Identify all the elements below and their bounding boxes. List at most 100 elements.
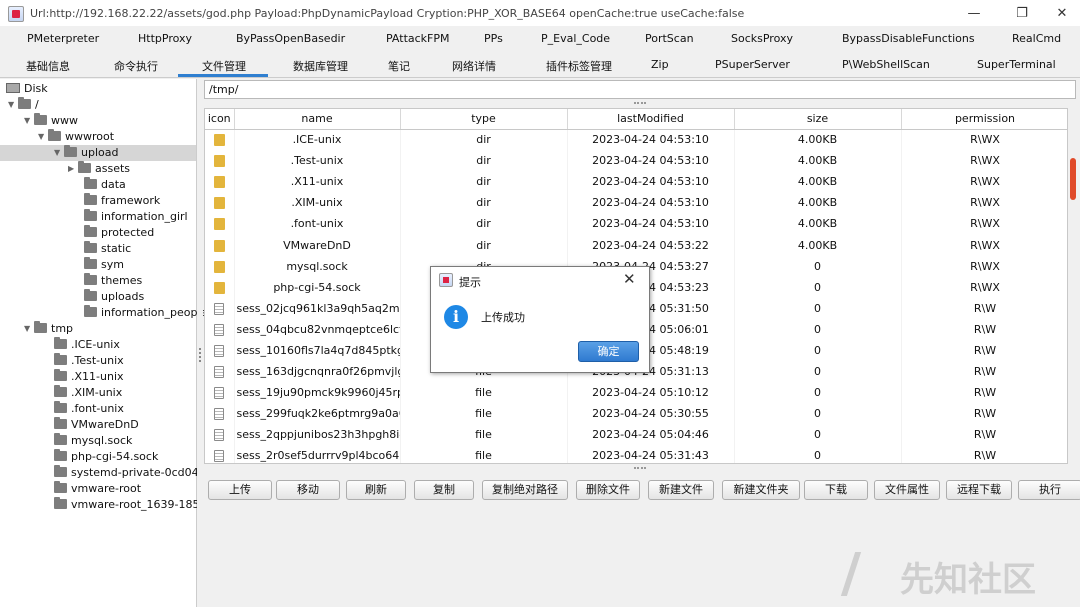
tab-portscan[interactable]: PortScan: [645, 32, 694, 45]
tab-p-eval-code[interactable]: P_Eval_Code: [541, 32, 610, 45]
tab-network-details[interactable]: 网络详情: [452, 58, 496, 74]
table-row[interactable]: sess_2qppjunibos23h3hpgh8i4j...file2023-…: [205, 424, 1067, 446]
table-row[interactable]: sess_2r0sef5durrrv9pl4bco64p... file 2023-…: [205, 445, 1067, 463]
column-header-size[interactable]: size: [734, 109, 902, 130]
minimize-button[interactable]: —: [960, 3, 988, 25]
cell-icon: [205, 276, 235, 298]
tree-node-information-girl[interactable]: information_girl: [84, 209, 188, 225]
tree-node-uploads[interactable]: uploads: [84, 289, 144, 305]
tab-superterminal[interactable]: SuperTerminal: [977, 58, 1056, 71]
tree-node-x11-unix[interactable]: .X11-unix: [54, 369, 124, 385]
column-header-icon[interactable]: icon: [205, 109, 235, 130]
splitter-grip-top[interactable]: [634, 102, 646, 106]
tree-node-font-unix[interactable]: .font-unix: [54, 401, 124, 417]
table-row[interactable]: sess_19ju90pmck9k9960j45rpb...file2023-0…: [205, 382, 1067, 404]
new-folder-button[interactable]: 新建文件夹: [722, 480, 800, 500]
tree-node-test-unix[interactable]: .Test-unix: [54, 353, 124, 369]
close-window-button[interactable]: ✕: [1048, 3, 1076, 25]
tree-node-data[interactable]: data: [84, 177, 126, 193]
copy-absolute-path-button[interactable]: 复制绝对路径: [482, 480, 568, 500]
tab-zip[interactable]: Zip: [651, 58, 669, 71]
tree-node-framework[interactable]: framework: [84, 193, 160, 209]
table-row[interactable]: .Test-unix dir 2023-04-24 04:53:10 4.00KB R\…: [205, 150, 1067, 172]
execute-button[interactable]: 执行: [1018, 480, 1080, 500]
table-row[interactable]: sess_299fuqk2ke6ptmrg9a0a6l...file2023-0…: [205, 403, 1067, 425]
tab-httpproxy[interactable]: HttpProxy: [138, 32, 192, 45]
column-header-permission[interactable]: permission: [901, 109, 1067, 130]
column-header-type[interactable]: type: [400, 109, 568, 130]
cell-name: sess_2r0sef5durrrv9pl4bco64p...: [234, 445, 401, 463]
tab-pattackfpm[interactable]: PAttackFPM: [386, 32, 450, 45]
splitter-grip-bottom[interactable]: [634, 467, 646, 471]
tab-pwebshellscan[interactable]: P\WebShellScan: [842, 58, 930, 71]
table-row[interactable]: .X11-unix dir 2023-04-24 04:53:10 4.00KB R\W…: [205, 171, 1067, 193]
tree-node-vmware-root-1639[interactable]: vmware-root_1639-18578: [54, 497, 197, 513]
tree-node-vmwarednd[interactable]: VMwareDnD: [54, 417, 139, 433]
tree-node-sym[interactable]: sym: [84, 257, 124, 273]
table-scrollbar-thumb[interactable]: [1070, 158, 1076, 200]
remote-download-button[interactable]: 远程下载: [946, 480, 1012, 500]
table-row[interactable]: VMwareDnD dir 2023-04-24 04:53:22 4.00KB R\W…: [205, 234, 1067, 256]
tab-file-manager[interactable]: 文件管理: [202, 58, 246, 74]
panel-splitter[interactable]: [197, 79, 203, 607]
copy-button[interactable]: 复制: [414, 480, 474, 500]
delete-file-button[interactable]: 删除文件: [576, 480, 640, 500]
tab-bypassopenbasedir[interactable]: ByPassOpenBasedir: [236, 32, 345, 45]
tab-pps[interactable]: PPs: [484, 32, 503, 45]
tab-database-manager[interactable]: 数据库管理: [293, 58, 348, 74]
tree-node-information-people[interactable]: information_people: [84, 305, 207, 321]
tree-node-assets[interactable]: ▶ assets: [68, 161, 130, 177]
cell-permission: R\W: [901, 361, 1067, 383]
splitter-grip[interactable]: [199, 348, 201, 362]
expand-toggle-icon[interactable]: ▼: [54, 145, 64, 161]
tree-node-xim-unix[interactable]: .XIM-unix: [54, 385, 122, 401]
expand-toggle-icon[interactable]: ▼: [38, 129, 48, 145]
column-header-lastmodified[interactable]: lastModified: [567, 109, 735, 130]
move-button[interactable]: 移动: [276, 480, 340, 500]
cell-name: sess_2qppjunibos23h3hpgh8i4j...: [234, 424, 401, 446]
tab-realcmd[interactable]: RealCmd: [1012, 32, 1061, 45]
expand-toggle-icon[interactable]: ▼: [8, 97, 18, 113]
tab-notes[interactable]: 笔记: [388, 58, 410, 74]
tree-node-tmp[interactable]: ▼ tmp: [24, 321, 73, 337]
download-button[interactable]: 下载: [804, 480, 868, 500]
restore-button[interactable]: ❐: [1008, 3, 1036, 25]
cell-size: 0: [734, 361, 902, 383]
tree-node-themes[interactable]: themes: [84, 273, 142, 289]
tab-psuperserver[interactable]: PSuperServer: [715, 58, 790, 71]
tab-socksproxy[interactable]: SocksProxy: [731, 32, 793, 45]
refresh-button[interactable]: 刷新: [346, 480, 406, 500]
tree-node-protected[interactable]: protected: [84, 225, 154, 241]
path-input[interactable]: /tmp/: [204, 80, 1076, 99]
ok-button[interactable]: 确定: [578, 341, 639, 362]
tree-node-php-cgi-sock[interactable]: php-cgi-54.sock: [54, 449, 158, 465]
tree-node-upload[interactable]: ▼ upload: [54, 145, 118, 161]
dialog-close-icon[interactable]: ✕: [623, 270, 636, 288]
upload-button[interactable]: 上传: [208, 480, 272, 500]
expand-toggle-icon[interactable]: ▼: [24, 321, 34, 337]
table-row[interactable]: .XIM-unix dir 2023-04-24 04:53:10 4.00KB R\W…: [205, 192, 1067, 214]
tree-node-mysql-sock[interactable]: mysql.sock: [54, 433, 132, 449]
column-header-name[interactable]: name: [234, 109, 401, 130]
tab-pmeterpreter[interactable]: PMeterpreter: [27, 32, 99, 45]
tree-node-ice-unix[interactable]: .ICE-unix: [54, 337, 120, 353]
tree-node-wwwroot[interactable]: ▼ wwwroot: [38, 129, 114, 145]
expand-toggle-icon[interactable]: ▼: [24, 113, 34, 129]
new-file-button[interactable]: 新建文件: [648, 480, 714, 500]
tree-node-static[interactable]: static: [84, 241, 131, 257]
tree-node-systemd-private[interactable]: systemd-private-0cd043e: [54, 465, 197, 481]
tab-command-exec[interactable]: 命令执行: [114, 58, 158, 74]
tree-node-vmware-root[interactable]: vmware-root: [54, 481, 141, 497]
tree-node-root[interactable]: ▼ /: [8, 97, 39, 113]
collapse-toggle-icon[interactable]: ▶: [68, 161, 78, 177]
folder-icon: [54, 465, 67, 477]
tab-bypassdisablefunctions[interactable]: BypassDisableFunctions: [842, 32, 975, 45]
table-row[interactable]: .font-unix dir 2023-04-24 04:53:10 4.00KB R\…: [205, 213, 1067, 235]
tree-node-disk[interactable]: Disk: [6, 81, 48, 97]
tree-node-www[interactable]: ▼ www: [24, 113, 78, 129]
file-properties-button[interactable]: 文件属性: [874, 480, 940, 500]
tab-basic-info[interactable]: 基础信息: [26, 58, 70, 74]
table-row[interactable]: .ICE-unix dir 2023-04-24 04:53:10 4.00KB R\W…: [205, 129, 1067, 151]
cell-permission: R\WX: [901, 213, 1067, 235]
tab-plugin-tag-manager[interactable]: 插件标签管理: [546, 58, 612, 74]
